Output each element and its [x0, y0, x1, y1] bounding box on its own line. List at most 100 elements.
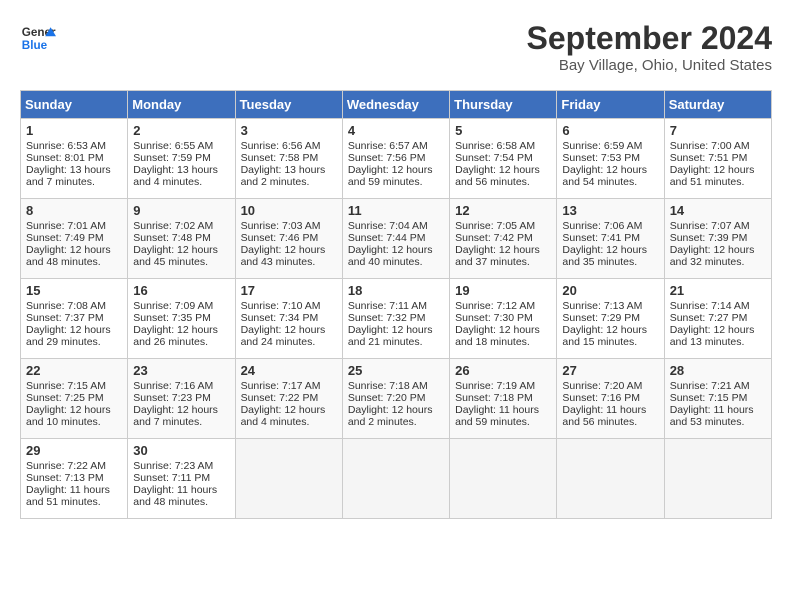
calendar-cell: 5 Sunrise: 6:58 AM Sunset: 7:54 PM Dayli… [450, 119, 557, 199]
sunset-line: Sunset: 7:41 PM [562, 232, 640, 244]
daylight-line: Daylight: 12 hours and 54 minutes. [562, 164, 647, 188]
day-number: 2 [133, 123, 229, 138]
col-friday: Friday [557, 91, 664, 119]
col-thursday: Thursday [450, 91, 557, 119]
calendar-cell: 9 Sunrise: 7:02 AM Sunset: 7:48 PM Dayli… [128, 199, 235, 279]
day-number: 22 [26, 363, 122, 378]
calendar-cell: 20 Sunrise: 7:13 AM Sunset: 7:29 PM Dayl… [557, 279, 664, 359]
calendar-cell: 13 Sunrise: 7:06 AM Sunset: 7:41 PM Dayl… [557, 199, 664, 279]
col-saturday: Saturday [664, 91, 771, 119]
day-number: 29 [26, 443, 122, 458]
sunrise-line: Sunrise: 6:53 AM [26, 140, 106, 152]
calendar-week-4: 22 Sunrise: 7:15 AM Sunset: 7:25 PM Dayl… [21, 359, 772, 439]
calendar-table: Sunday Monday Tuesday Wednesday Thursday… [20, 90, 772, 519]
day-number: 30 [133, 443, 229, 458]
calendar-week-3: 15 Sunrise: 7:08 AM Sunset: 7:37 PM Dayl… [21, 279, 772, 359]
sunrise-line: Sunrise: 7:15 AM [26, 380, 106, 392]
calendar-cell: 7 Sunrise: 7:00 AM Sunset: 7:51 PM Dayli… [664, 119, 771, 199]
calendar-cell: 23 Sunrise: 7:16 AM Sunset: 7:23 PM Dayl… [128, 359, 235, 439]
day-number: 13 [562, 203, 658, 218]
daylight-line: Daylight: 11 hours and 53 minutes. [670, 404, 754, 428]
calendar-cell: 11 Sunrise: 7:04 AM Sunset: 7:44 PM Dayl… [342, 199, 449, 279]
sunrise-line: Sunrise: 7:01 AM [26, 220, 106, 232]
col-wednesday: Wednesday [342, 91, 449, 119]
day-number: 16 [133, 283, 229, 298]
daylight-line: Daylight: 12 hours and 43 minutes. [241, 244, 326, 268]
day-number: 24 [241, 363, 337, 378]
sunrise-line: Sunrise: 6:59 AM [562, 140, 642, 152]
day-number: 10 [241, 203, 337, 218]
sunset-line: Sunset: 7:56 PM [348, 152, 426, 164]
calendar-cell: 18 Sunrise: 7:11 AM Sunset: 7:32 PM Dayl… [342, 279, 449, 359]
day-number: 26 [455, 363, 551, 378]
sunset-line: Sunset: 7:51 PM [670, 152, 748, 164]
sunrise-line: Sunrise: 7:08 AM [26, 300, 106, 312]
sunset-line: Sunset: 7:20 PM [348, 392, 426, 404]
sunset-line: Sunset: 7:34 PM [241, 312, 319, 324]
sunset-line: Sunset: 7:29 PM [562, 312, 640, 324]
sunset-line: Sunset: 7:11 PM [133, 472, 210, 484]
calendar-cell: 14 Sunrise: 7:07 AM Sunset: 7:39 PM Dayl… [664, 199, 771, 279]
calendar-cell: 27 Sunrise: 7:20 AM Sunset: 7:16 PM Dayl… [557, 359, 664, 439]
daylight-line: Daylight: 12 hours and 21 minutes. [348, 324, 433, 348]
sunset-line: Sunset: 7:22 PM [241, 392, 319, 404]
sunset-line: Sunset: 7:53 PM [562, 152, 640, 164]
sunset-line: Sunset: 7:25 PM [26, 392, 104, 404]
sunset-line: Sunset: 7:35 PM [133, 312, 211, 324]
sunset-line: Sunset: 7:48 PM [133, 232, 211, 244]
day-number: 17 [241, 283, 337, 298]
daylight-line: Daylight: 11 hours and 51 minutes. [26, 484, 110, 508]
daylight-line: Daylight: 12 hours and 48 minutes. [26, 244, 111, 268]
day-number: 28 [670, 363, 766, 378]
calendar-cell [450, 439, 557, 519]
daylight-line: Daylight: 12 hours and 51 minutes. [670, 164, 755, 188]
sunset-line: Sunset: 7:18 PM [455, 392, 533, 404]
daylight-line: Daylight: 12 hours and 35 minutes. [562, 244, 647, 268]
calendar-cell: 24 Sunrise: 7:17 AM Sunset: 7:22 PM Dayl… [235, 359, 342, 439]
daylight-line: Daylight: 12 hours and 37 minutes. [455, 244, 540, 268]
sunset-line: Sunset: 7:42 PM [455, 232, 533, 244]
calendar-cell: 19 Sunrise: 7:12 AM Sunset: 7:30 PM Dayl… [450, 279, 557, 359]
calendar-cell: 4 Sunrise: 6:57 AM Sunset: 7:56 PM Dayli… [342, 119, 449, 199]
calendar-cell [342, 439, 449, 519]
sunset-line: Sunset: 7:44 PM [348, 232, 426, 244]
sunset-line: Sunset: 7:58 PM [241, 152, 319, 164]
sunrise-line: Sunrise: 7:16 AM [133, 380, 213, 392]
daylight-line: Daylight: 12 hours and 59 minutes. [348, 164, 433, 188]
calendar-cell: 28 Sunrise: 7:21 AM Sunset: 7:15 PM Dayl… [664, 359, 771, 439]
sunset-line: Sunset: 7:59 PM [133, 152, 211, 164]
sunrise-line: Sunrise: 6:56 AM [241, 140, 321, 152]
day-number: 21 [670, 283, 766, 298]
daylight-line: Daylight: 12 hours and 26 minutes. [133, 324, 218, 348]
sunrise-line: Sunrise: 6:58 AM [455, 140, 535, 152]
sunrise-line: Sunrise: 7:22 AM [26, 460, 106, 472]
day-number: 6 [562, 123, 658, 138]
sunrise-line: Sunrise: 7:00 AM [670, 140, 750, 152]
day-number: 14 [670, 203, 766, 218]
daylight-line: Daylight: 13 hours and 2 minutes. [241, 164, 326, 188]
sunrise-line: Sunrise: 6:55 AM [133, 140, 213, 152]
day-number: 25 [348, 363, 444, 378]
daylight-line: Daylight: 11 hours and 48 minutes. [133, 484, 217, 508]
daylight-line: Daylight: 12 hours and 10 minutes. [26, 404, 111, 428]
daylight-line: Daylight: 12 hours and 56 minutes. [455, 164, 540, 188]
calendar-cell: 2 Sunrise: 6:55 AM Sunset: 7:59 PM Dayli… [128, 119, 235, 199]
sunset-line: Sunset: 7:49 PM [26, 232, 104, 244]
calendar-week-1: 1 Sunrise: 6:53 AM Sunset: 8:01 PM Dayli… [21, 119, 772, 199]
sunset-line: Sunset: 7:16 PM [562, 392, 640, 404]
sunset-line: Sunset: 7:37 PM [26, 312, 104, 324]
calendar-cell: 21 Sunrise: 7:14 AM Sunset: 7:27 PM Dayl… [664, 279, 771, 359]
daylight-line: Daylight: 12 hours and 24 minutes. [241, 324, 326, 348]
calendar-cell: 3 Sunrise: 6:56 AM Sunset: 7:58 PM Dayli… [235, 119, 342, 199]
daylight-line: Daylight: 13 hours and 4 minutes. [133, 164, 218, 188]
page-header: General Blue September 2024 Bay Village,… [20, 20, 772, 74]
day-number: 1 [26, 123, 122, 138]
sunrise-line: Sunrise: 7:23 AM [133, 460, 213, 472]
title-area: September 2024 Bay Village, Ohio, United… [527, 20, 772, 74]
calendar-week-5: 29 Sunrise: 7:22 AM Sunset: 7:13 PM Dayl… [21, 439, 772, 519]
calendar-cell: 8 Sunrise: 7:01 AM Sunset: 7:49 PM Dayli… [21, 199, 128, 279]
daylight-line: Daylight: 12 hours and 4 minutes. [241, 404, 326, 428]
sunset-line: Sunset: 8:01 PM [26, 152, 104, 164]
daylight-line: Daylight: 11 hours and 56 minutes. [562, 404, 646, 428]
calendar-cell [664, 439, 771, 519]
